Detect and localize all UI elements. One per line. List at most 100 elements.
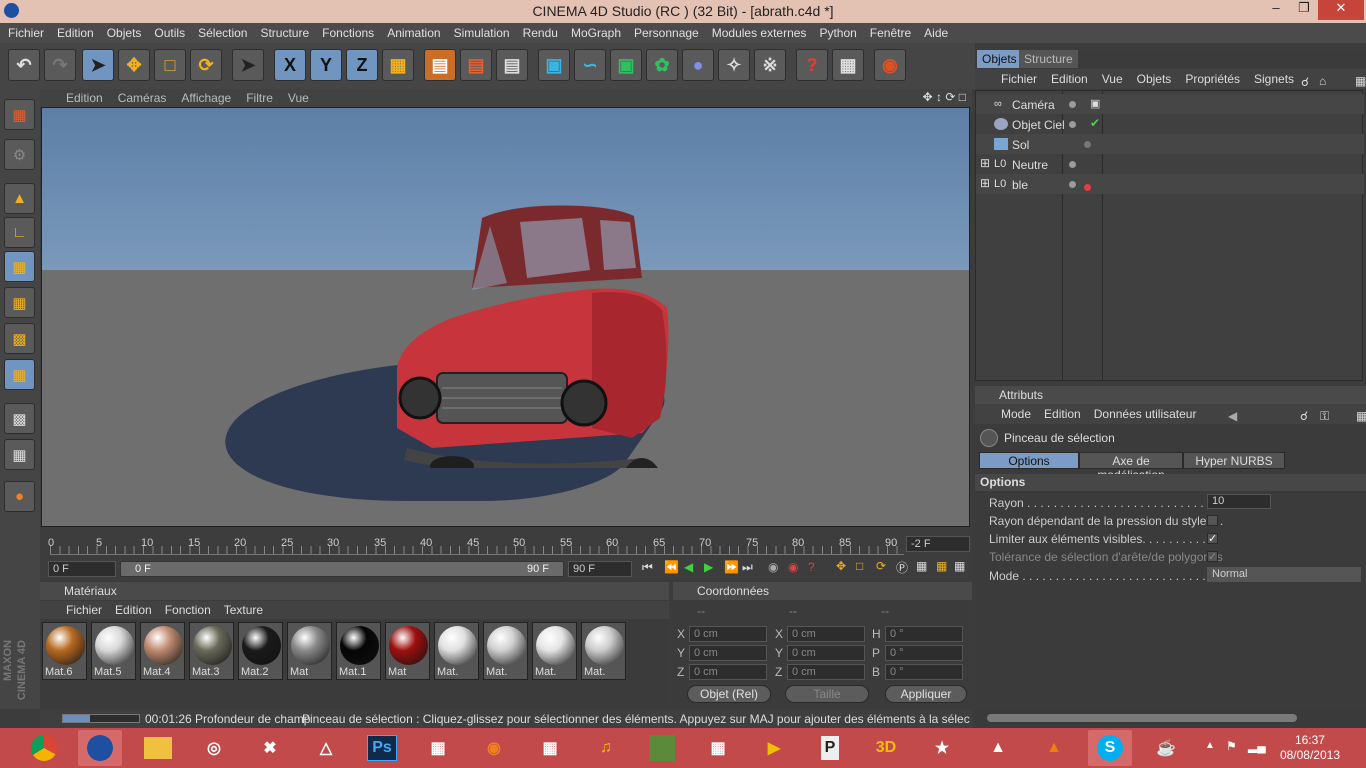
expand-icon[interactable]: ⊞ bbox=[980, 156, 990, 170]
checkmark-icon[interactable]: ✔ bbox=[1090, 116, 1100, 130]
close-button[interactable]: ✕ bbox=[1318, 0, 1364, 20]
skype-icon[interactable]: S bbox=[1088, 730, 1132, 766]
material-swatch[interactable]: Mat.3 bbox=[189, 622, 234, 680]
end-frame-field[interactable]: 90 F bbox=[568, 561, 632, 577]
tray-expand-icon[interactable]: ▲ bbox=[1205, 740, 1215, 751]
help-icon[interactable]: ? bbox=[796, 49, 828, 81]
pression-checkbox[interactable] bbox=[1207, 515, 1218, 526]
mode-select[interactable]: Normal bbox=[1207, 567, 1361, 582]
viewport-nav-icons[interactable]: ✥ ↕ ⟳ □ bbox=[923, 90, 966, 104]
viewport-menu-affichage[interactable]: Affichage bbox=[173, 89, 238, 105]
visibles-checkbox[interactable]: ✓ bbox=[1207, 533, 1218, 545]
scale-icon[interactable]: □ bbox=[154, 49, 186, 81]
blender-icon[interactable]: ✖ bbox=[248, 730, 292, 766]
rotate-icon[interactable]: ⟳ bbox=[190, 49, 222, 81]
menu-python[interactable]: Python bbox=[811, 23, 861, 40]
coordinate-system-icon[interactable]: ▦ bbox=[382, 49, 414, 81]
tab-structure[interactable]: Structure bbox=[1019, 50, 1078, 68]
winrar-icon[interactable]: ▦ bbox=[528, 730, 572, 766]
play-backward-icon[interactable]: ◀ bbox=[684, 560, 693, 574]
key-pla-icon[interactable]: ▦ bbox=[916, 559, 927, 573]
lock-icon[interactable]: ⚿ bbox=[1311, 406, 1333, 424]
timeline-ruler[interactable]: 0 5 10 15 20 25 30 35 40 45 50 55 60 65 … bbox=[48, 531, 904, 555]
material-swatch[interactable]: Mat.1 bbox=[336, 622, 381, 680]
viewport-menu-edition[interactable]: Edition bbox=[40, 89, 110, 105]
tab-axe-modelisation[interactable]: Axe de modélisation bbox=[1079, 452, 1183, 482]
signal-icon[interactable]: ▂▄ bbox=[1248, 739, 1266, 753]
menu-structure[interactable]: Structure bbox=[252, 23, 314, 40]
menu-edition[interactable]: Edition bbox=[49, 23, 99, 40]
network-flag-icon[interactable]: ⚑ bbox=[1226, 739, 1237, 753]
menu-outils[interactable]: Outils bbox=[146, 23, 190, 40]
visibility-dot[interactable] bbox=[1069, 181, 1076, 188]
visibility-dot[interactable] bbox=[1069, 121, 1076, 128]
material-swatch[interactable]: Mat.6 bbox=[42, 622, 87, 680]
rot-h-field[interactable]: 0 ° bbox=[885, 626, 963, 642]
materials-menu-texture[interactable]: Texture bbox=[216, 601, 268, 617]
next-key-icon[interactable]: ⏩ bbox=[724, 560, 739, 574]
key-scale-icon[interactable]: □ bbox=[856, 559, 863, 573]
tab-objets[interactable]: Objets bbox=[977, 50, 1022, 68]
vlc-icon[interactable]: ▲ bbox=[1032, 730, 1076, 766]
scene-icon[interactable]: ✧ bbox=[718, 49, 750, 81]
object-axis-icon[interactable]: ▲ bbox=[4, 183, 35, 214]
new-view-icon[interactable]: ▦ bbox=[1347, 406, 1366, 423]
attributes-menu-mode[interactable]: Mode bbox=[975, 404, 1035, 421]
menu-fenetre[interactable]: Fenêtre bbox=[862, 23, 916, 40]
use-model-mode-icon[interactable]: ▦ bbox=[4, 99, 35, 130]
material-swatch[interactable]: Mat bbox=[287, 622, 332, 680]
key-layout-icon[interactable]: ▦ bbox=[954, 559, 965, 573]
rayon-field[interactable]: 10 bbox=[1207, 494, 1271, 509]
menu-rendu[interactable]: Rendu bbox=[515, 23, 563, 40]
java-icon[interactable]: ☕ bbox=[1144, 730, 1188, 766]
back-arrow-icon[interactable]: ◀ bbox=[1219, 406, 1241, 423]
checkerboard-icon[interactable]: ▩ bbox=[4, 403, 35, 434]
keyframe-help-icon[interactable]: ? bbox=[808, 560, 815, 574]
current-frame-field[interactable]: -2 F bbox=[906, 536, 970, 552]
material-swatch[interactable]: Mat.4 bbox=[140, 622, 185, 680]
objects-menu-edition[interactable]: Edition bbox=[1041, 69, 1092, 86]
material-swatch[interactable]: Mat. bbox=[434, 622, 479, 680]
material-swatch[interactable]: Mat. bbox=[483, 622, 528, 680]
cinema4d-task-icon[interactable] bbox=[78, 730, 122, 766]
visibility-dot[interactable] bbox=[1069, 161, 1076, 168]
new-view-icon[interactable]: ▦ bbox=[1345, 71, 1366, 88]
viewport-menu-vue[interactable]: Vue bbox=[280, 89, 316, 105]
render-picture-viewer-icon[interactable]: ▤ bbox=[460, 49, 492, 81]
tab-options[interactable]: Options bbox=[979, 452, 1079, 469]
record-key-icon[interactable]: ◉ bbox=[768, 560, 778, 574]
edges-mode-icon[interactable]: ▦ bbox=[4, 287, 35, 318]
objects-menu-fichier[interactable]: Fichier bbox=[975, 69, 1041, 86]
key-param-icon[interactable]: Ⓟ bbox=[896, 559, 908, 576]
goto-start-icon[interactable]: ⏮ bbox=[642, 560, 653, 575]
x-axis-icon[interactable]: X bbox=[274, 49, 306, 81]
maximize-button[interactable]: ❐ bbox=[1290, 0, 1318, 20]
live-selection-icon[interactable]: ➤ bbox=[82, 49, 114, 81]
web-icon[interactable]: ◉ bbox=[874, 49, 906, 81]
axis-mode-icon[interactable]: ∟ bbox=[4, 217, 35, 248]
photoshop-icon[interactable]: Ps bbox=[360, 730, 404, 766]
move-icon[interactable]: ✥ bbox=[118, 49, 150, 81]
redo-icon[interactable]: ↷ bbox=[44, 49, 76, 81]
sculpt-icon[interactable]: ● bbox=[4, 481, 35, 512]
model-mode-icon[interactable]: ▦ bbox=[4, 359, 35, 390]
size-z-field[interactable]: 0 cm bbox=[787, 664, 865, 680]
array-icon[interactable]: ✿ bbox=[646, 49, 678, 81]
menu-objets[interactable]: Objets bbox=[99, 23, 147, 40]
menu-animation[interactable]: Animation bbox=[379, 23, 445, 40]
prev-key-icon[interactable]: ⏪ bbox=[664, 560, 679, 574]
home-icon[interactable]: ⌂ bbox=[1309, 71, 1330, 88]
menu-aide[interactable]: Aide bbox=[916, 23, 953, 40]
attributes-menu-edition[interactable]: Edition bbox=[1035, 404, 1085, 421]
camera-tag-icon[interactable]: ▣ bbox=[1090, 97, 1100, 110]
material-swatch[interactable]: Mat. bbox=[581, 622, 626, 680]
material-swatch[interactable]: Mat. bbox=[532, 622, 577, 680]
size-y-field[interactable]: 0 cm bbox=[787, 645, 865, 661]
key-settings-icon[interactable]: ▦ bbox=[936, 559, 947, 573]
system-clock[interactable]: 16:37 08/08/2013 bbox=[1280, 733, 1340, 763]
texture-mode-icon[interactable]: ⚙ bbox=[4, 139, 35, 170]
key-position-icon[interactable]: ✥ bbox=[836, 559, 846, 573]
objects-menu-objets[interactable]: Objets bbox=[1127, 69, 1176, 86]
last-tool-icon[interactable]: ➤ bbox=[232, 49, 264, 81]
visibility-dot[interactable] bbox=[1069, 101, 1076, 108]
